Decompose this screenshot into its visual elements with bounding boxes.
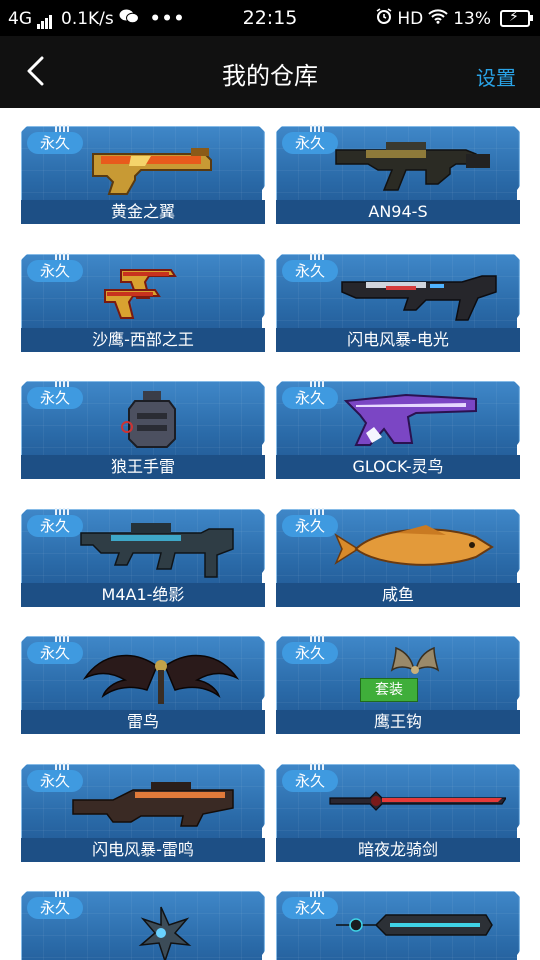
item-name: 闪电风暴-电光 xyxy=(276,328,520,352)
inventory-item[interactable]: 永久 AN94-S xyxy=(276,125,520,224)
inventory-item[interactable]: 永久 雷鸟 xyxy=(21,635,265,734)
inventory-item[interactable]: 永久 M4A1-绝影 xyxy=(21,508,265,607)
sniper-rifle-icon xyxy=(71,770,251,836)
shuriken-icon xyxy=(71,897,251,960)
chainsaw-blade-icon xyxy=(326,897,506,960)
inventory-item[interactable]: 永久 GLOCK-灵鸟 xyxy=(276,380,520,479)
status-bar: 4G 0.1K/s ••• 22:15 HD 13% ⚡ xyxy=(0,0,540,36)
battery-percent: 13% xyxy=(453,8,491,29)
inventory-item[interactable]: 永久 暗夜龙骑剑 xyxy=(276,763,520,862)
inventory-item[interactable]: 永久 闪电风暴-电光 xyxy=(276,253,520,352)
futuristic-rifle-icon xyxy=(326,260,506,326)
inventory-item[interactable]: 永久 狼王手雷 xyxy=(21,380,265,479)
inventory-item[interactable]: 永久 沙鹰-西部之王 xyxy=(21,253,265,352)
inventory-item[interactable]: 永久 闪电风暴-雷鸣 xyxy=(21,763,265,862)
hd-indicator: HD xyxy=(397,8,424,29)
item-name: AN94-S xyxy=(276,200,520,224)
red-sword-icon xyxy=(326,770,508,836)
wifi-icon xyxy=(428,8,448,29)
thunderbird-wings-icon xyxy=(71,642,251,708)
item-name: 闪电风暴-雷鸣 xyxy=(21,838,265,862)
item-name: GLOCK-灵鸟 xyxy=(276,455,520,479)
alarm-icon xyxy=(376,8,392,29)
inventory-item[interactable]: 永久 黄金之翼 xyxy=(21,125,265,224)
item-name: 鹰王钩 xyxy=(276,710,520,734)
battery-icon: ⚡ xyxy=(500,9,533,27)
grenade-icon xyxy=(71,387,251,453)
golden-pistol-icon xyxy=(71,132,251,198)
status-right: HD 13% ⚡ xyxy=(376,8,533,29)
item-name: 暗夜龙骑剑 xyxy=(276,838,520,862)
item-name: 雷鸟 xyxy=(21,710,265,734)
item-name: 沙鹰-西部之王 xyxy=(21,328,265,352)
inventory-item[interactable]: 永久 套装 鹰王钩 xyxy=(276,635,520,734)
item-name: 黄金之翼 xyxy=(21,200,265,224)
inventory-item[interactable]: 永久 xyxy=(276,890,520,960)
m4a1-rifle-icon xyxy=(71,515,251,581)
set-tag: 套装 xyxy=(360,678,418,702)
item-name: 狼王手雷 xyxy=(21,455,265,479)
salted-fish-icon xyxy=(326,515,506,581)
dual-pistols-icon xyxy=(71,260,251,326)
purple-pistol-icon xyxy=(326,387,506,453)
assault-rifle-icon xyxy=(326,132,506,198)
item-name: 咸鱼 xyxy=(276,583,520,607)
nav-bar: 我的仓库 设置 xyxy=(0,36,540,108)
settings-button[interactable]: 设置 xyxy=(476,62,516,91)
inventory-grid: 永久 黄金之翼 永久 AN94-S 永久 沙鹰-西部之王 永久 闪电风暴-电光 … xyxy=(0,108,540,960)
inventory-item[interactable]: 永久 咸鱼 xyxy=(276,508,520,607)
item-name: M4A1-绝影 xyxy=(21,583,265,607)
inventory-item[interactable]: 永久 xyxy=(21,890,265,960)
page-title: 我的仓库 xyxy=(222,62,318,90)
